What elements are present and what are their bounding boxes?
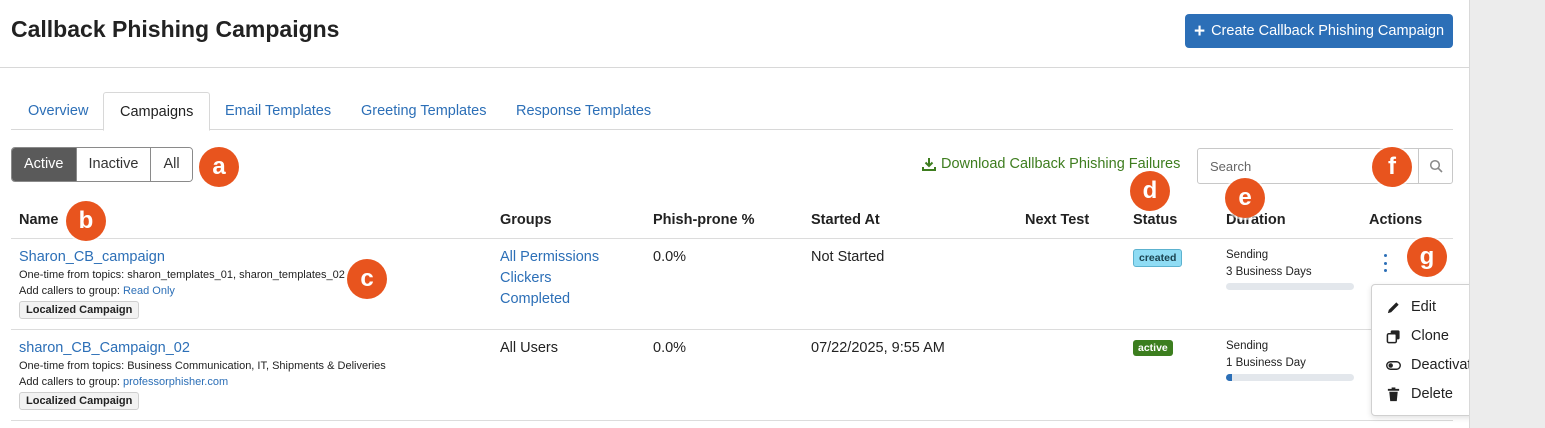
callers-group-prefix: Add callers to group: [19,376,123,388]
callers-group-line: Add callers to group: Read Only [19,285,175,297]
campaign-name-link[interactable]: Sharon_CB_campaign [19,249,165,265]
group-link[interactable]: All Permissions [500,249,599,265]
callers-group-prefix: Add callers to group: [19,285,123,297]
annotation-badge-e: e [1225,178,1265,218]
group-link[interactable]: Clickers [500,270,552,286]
trash-icon [1387,386,1400,401]
menu-item-edit[interactable]: Edit [1386,297,1436,317]
main-content: Callback Phishing Campaigns + Create Cal… [0,0,1529,428]
callers-group-line: Add callers to group: professorphisher.c… [19,376,228,388]
menu-item-label: Edit [1411,299,1436,315]
row-divider [11,329,1453,330]
pencil-icon [1387,301,1399,313]
started-at-value: 07/22/2025, 9:55 AM [811,340,945,356]
campaign-topics: One-time from topics: sharon_templates_0… [19,269,345,281]
callers-group-link[interactable]: professorphisher.com [123,376,228,388]
tab-overview[interactable]: Overview [12,92,104,130]
phish-prone-value: 0.0% [653,340,687,356]
tab-response-templates[interactable]: Response Templates [500,92,667,130]
filter-inactive-button[interactable]: Inactive [76,148,152,181]
annotation-badge-b: b [66,201,106,241]
header-divider [0,67,1469,68]
menu-item-deactivate[interactable]: Deactivate [1386,355,1480,375]
group-link[interactable]: Completed [500,291,570,307]
annotation-badge-a: a [199,147,239,187]
search-icon [1429,159,1443,173]
side-panel [1469,0,1545,428]
create-campaign-label: Create Callback Phishing Campaign [1211,23,1445,39]
download-failures-link[interactable]: Download Callback Phishing Failures [922,156,1180,172]
menu-item-label: Clone [1411,328,1449,344]
clone-icon [1386,329,1400,343]
campaign-topics: One-time from topics: Business Communica… [19,360,386,372]
create-campaign-button[interactable]: + Create Callback Phishing Campaign [1185,14,1453,48]
column-header-groups: Groups [500,212,552,228]
annotation-badge-g: g [1407,237,1447,277]
duration-progress-bar [1226,283,1354,290]
duration-state: Sending [1226,340,1269,352]
tab-greeting-templates[interactable]: Greeting Templates [345,92,502,130]
menu-item-delete[interactable]: Delete [1386,384,1453,404]
kebab-dot [1383,269,1387,272]
localized-campaign-tag: Localized Campaign [19,301,140,319]
table-header-divider [11,238,1453,239]
annotation-badge-c: c [347,259,387,299]
search-button[interactable] [1418,149,1452,183]
phish-prone-value: 0.0% [653,249,687,265]
kebab-dot [1383,261,1387,265]
search-box [1197,148,1453,184]
column-header-status: Status [1133,212,1178,228]
menu-item-label: Delete [1411,386,1453,402]
filter-active-button[interactable]: Active [12,148,77,181]
download-failures-label: Download Callback Phishing Failures [941,156,1181,172]
annotation-badge-d: d [1130,171,1170,211]
actions-kebab-button[interactable] [1379,254,1391,272]
callers-group-link[interactable]: Read Only [123,285,175,297]
column-header-next-test: Next Test [1025,212,1090,228]
menu-item-clone[interactable]: Clone [1386,326,1449,346]
tab-email-templates[interactable]: Email Templates [209,92,347,130]
status-filter: Active Inactive All [11,147,193,182]
annotation-badge-f: f [1372,147,1412,187]
toggle-off-icon [1386,360,1401,370]
duration-length: 1 Business Day [1226,357,1306,369]
duration-state: Sending [1226,249,1269,261]
duration-progress-bar [1226,374,1354,381]
column-header-started-at: Started At [811,212,880,228]
duration-progress-fill [1226,374,1233,381]
column-header-name: Name [19,212,59,228]
started-at-value: Not Started [811,249,885,265]
tab-campaigns[interactable]: Campaigns [103,92,211,131]
group-value: All Users [500,340,559,356]
kebab-dot [1383,254,1387,257]
page-title: Callback Phishing Campaigns [11,16,340,42]
status-badge: active [1133,340,1173,356]
download-icon [922,158,936,171]
plus-icon: + [1193,20,1206,42]
tab-bar: Overview Campaigns Email Templates Greet… [11,92,1453,131]
duration-length: 3 Business Days [1226,266,1312,278]
campaign-name-link[interactable]: sharon_CB_Campaign_02 [19,340,190,356]
row-divider [11,420,1453,421]
column-header-actions: Actions [1369,212,1423,228]
status-badge: created [1133,249,1183,267]
column-header-phish-prone: Phish-prone % [653,212,755,228]
filter-all-button[interactable]: All [151,148,192,181]
localized-campaign-tag: Localized Campaign [19,392,140,410]
